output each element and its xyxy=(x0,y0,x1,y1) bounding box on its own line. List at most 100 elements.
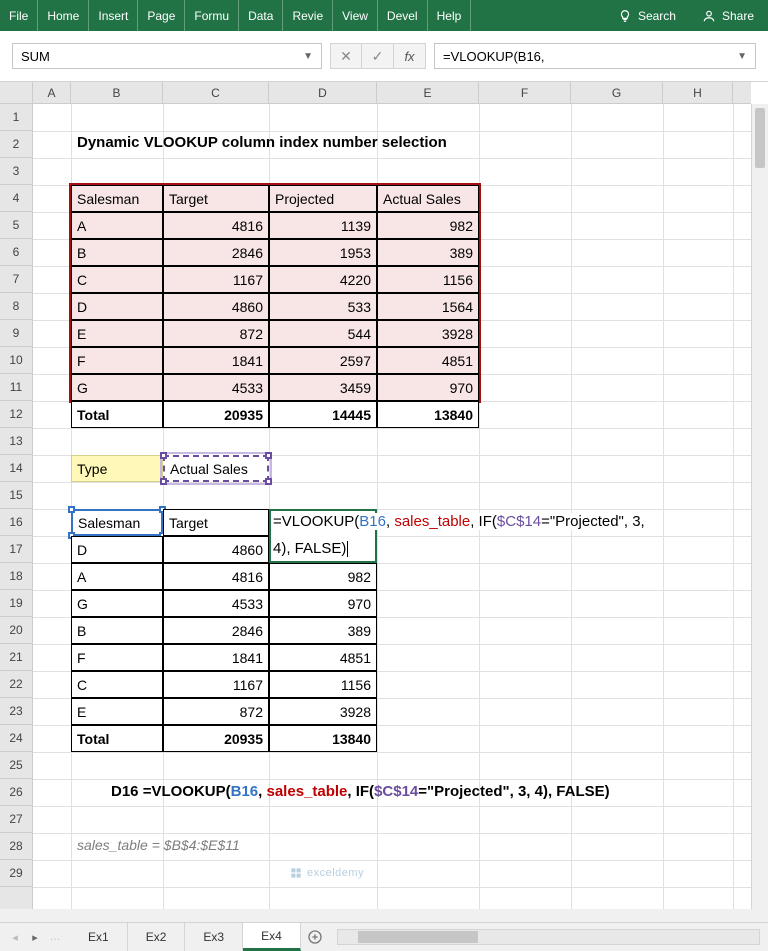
row-header[interactable]: 20 xyxy=(0,617,32,644)
cell[interactable]: 1841 xyxy=(163,347,269,374)
tab-nav-prev[interactable]: ▸ xyxy=(26,928,44,946)
row-header[interactable]: 13 xyxy=(0,428,32,455)
cell[interactable]: F xyxy=(71,347,163,374)
cell[interactable]: 389 xyxy=(377,239,479,266)
cell[interactable]: 20935 xyxy=(163,401,269,428)
cell[interactable]: Projected xyxy=(269,185,377,212)
cell[interactable]: 4851 xyxy=(377,347,479,374)
cell[interactable]: 2846 xyxy=(163,617,269,644)
ribbon-share[interactable]: Share xyxy=(688,9,768,23)
cell[interactable]: 13840 xyxy=(377,401,479,428)
cell[interactable]: 1167 xyxy=(163,671,269,698)
column-header[interactable]: D xyxy=(269,82,377,103)
cell[interactable]: Salesman xyxy=(71,185,163,212)
cell[interactable]: 872 xyxy=(163,698,269,725)
cell[interactable]: 4860 xyxy=(163,293,269,320)
row-header[interactable]: 29 xyxy=(0,860,32,887)
row-header[interactable]: 7 xyxy=(0,266,32,293)
column-header[interactable]: H xyxy=(663,82,733,103)
cancel-formula-button[interactable]: ✕ xyxy=(330,43,362,69)
cell[interactable]: 4860 xyxy=(163,536,269,563)
type-value-cell[interactable]: Actual Sales xyxy=(163,455,269,482)
cell[interactable]: Target xyxy=(163,185,269,212)
cell[interactable]: 4816 xyxy=(163,212,269,239)
cell[interactable]: 970 xyxy=(269,590,377,617)
cell[interactable]: 1156 xyxy=(377,266,479,293)
sheet-tab[interactable]: Ex2 xyxy=(128,923,186,951)
row-header[interactable]: 19 xyxy=(0,590,32,617)
column-header[interactable]: C xyxy=(163,82,269,103)
row-header[interactable]: 4 xyxy=(0,185,32,212)
cell[interactable]: 970 xyxy=(377,374,479,401)
cell[interactable]: 1953 xyxy=(269,239,377,266)
horizontal-scrollbar[interactable] xyxy=(337,929,760,945)
row-header[interactable]: 1 xyxy=(0,104,32,131)
ribbon-search[interactable]: Search xyxy=(606,9,688,23)
cell[interactable]: F xyxy=(71,644,163,671)
ribbon-tab-developer[interactable]: Devel xyxy=(378,0,428,31)
row-header[interactable]: 15 xyxy=(0,482,32,509)
tab-nav-first[interactable]: ◂ xyxy=(6,928,24,946)
row-header[interactable]: 23 xyxy=(0,698,32,725)
ribbon-tab-help[interactable]: Help xyxy=(428,0,472,31)
row-header[interactable]: 8 xyxy=(0,293,32,320)
cell[interactable]: Total xyxy=(71,725,163,752)
cell[interactable]: 1167 xyxy=(163,266,269,293)
name-box[interactable]: SUM ▼ xyxy=(12,43,322,69)
cell[interactable]: 4816 xyxy=(163,563,269,590)
cell[interactable]: 1139 xyxy=(269,212,377,239)
column-header[interactable]: F xyxy=(479,82,571,103)
cell[interactable]: B xyxy=(71,239,163,266)
ribbon-tab-page[interactable]: Page xyxy=(138,0,185,31)
cell[interactable]: B xyxy=(71,617,163,644)
cell[interactable]: G xyxy=(71,590,163,617)
cell[interactable]: Actual Sales xyxy=(377,185,479,212)
row-header[interactable]: 22 xyxy=(0,671,32,698)
cell[interactable]: 2846 xyxy=(163,239,269,266)
row-header[interactable]: 6 xyxy=(0,239,32,266)
cell[interactable]: 544 xyxy=(269,320,377,347)
sheet-tab[interactable]: Ex1 xyxy=(70,923,128,951)
formula-input[interactable]: =VLOOKUP(B16, ▼ xyxy=(434,43,756,69)
cell[interactable]: 982 xyxy=(269,563,377,590)
cell[interactable]: 872 xyxy=(163,320,269,347)
cell[interactable]: 4851 xyxy=(269,644,377,671)
cell[interactable]: A xyxy=(71,563,163,590)
row-header[interactable]: 11 xyxy=(0,374,32,401)
cell[interactable]: 1156 xyxy=(269,671,377,698)
sheet-tab[interactable]: Ex4 xyxy=(243,923,301,951)
cell[interactable]: 3459 xyxy=(269,374,377,401)
row-header[interactable]: 5 xyxy=(0,212,32,239)
vertical-scrollbar[interactable] xyxy=(751,104,768,909)
cell[interactable]: D xyxy=(71,536,163,563)
grid[interactable]: Dynamic VLOOKUP column index number sele… xyxy=(33,104,751,909)
row-header[interactable]: 25 xyxy=(0,752,32,779)
row-header[interactable]: 26 xyxy=(0,779,32,806)
cell[interactable]: Total xyxy=(71,401,163,428)
row-header[interactable]: 21 xyxy=(0,644,32,671)
cell[interactable]: 4533 xyxy=(163,374,269,401)
ribbon-tab-file[interactable]: File xyxy=(0,0,38,31)
row-header[interactable]: 24 xyxy=(0,725,32,752)
cell[interactable]: 13840 xyxy=(269,725,377,752)
row-header[interactable]: 17 xyxy=(0,536,32,563)
cell[interactable]: 14445 xyxy=(269,401,377,428)
ribbon-tab-insert[interactable]: Insert xyxy=(89,0,138,31)
row-header[interactable]: 3 xyxy=(0,158,32,185)
column-header[interactable]: G xyxy=(571,82,663,103)
cell[interactable]: 1841 xyxy=(163,644,269,671)
column-header[interactable]: A xyxy=(33,82,71,103)
row-header[interactable]: 27 xyxy=(0,806,32,833)
row-header[interactable]: 14 xyxy=(0,455,32,482)
tab-nav-menu[interactable]: … xyxy=(46,928,64,946)
ribbon-tab-data[interactable]: Data xyxy=(239,0,283,31)
fx-button[interactable]: fx xyxy=(394,43,426,69)
cell[interactable]: 4220 xyxy=(269,266,377,293)
cell[interactable]: 982 xyxy=(377,212,479,239)
sheet-tab[interactable]: Ex3 xyxy=(185,923,243,951)
row-header[interactable]: 18 xyxy=(0,563,32,590)
cell[interactable]: 20935 xyxy=(163,725,269,752)
cell[interactable]: C xyxy=(71,266,163,293)
cell[interactable]: D xyxy=(71,293,163,320)
row-header[interactable]: 12 xyxy=(0,401,32,428)
